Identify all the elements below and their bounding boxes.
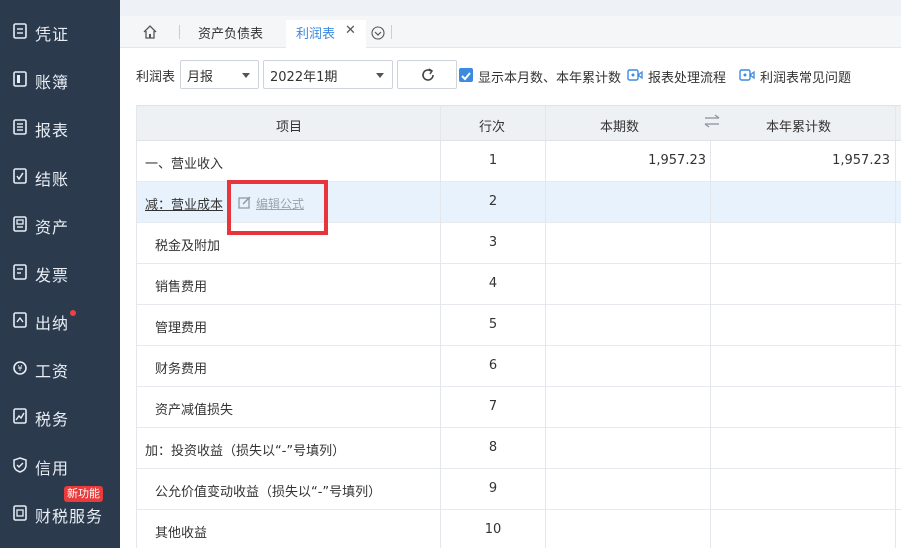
- asset-icon: [13, 216, 27, 232]
- header-item: 项目: [276, 120, 303, 135]
- period-type-select[interactable]: 月报: [180, 60, 259, 89]
- sidebar-item-credit[interactable]: 信用: [0, 445, 120, 485]
- home-icon[interactable]: [142, 24, 158, 40]
- row-item-name: 财务费用: [155, 362, 208, 377]
- chevron-down-icon: [242, 73, 250, 78]
- invoice-icon: [13, 264, 27, 280]
- sidebar-item-label: 凭证: [35, 25, 70, 44]
- sidebar-item-label: 财税服务: [35, 507, 104, 526]
- sidebar-item-label: 报表: [35, 121, 70, 140]
- credit-icon: [13, 457, 27, 473]
- table-border: [440, 105, 441, 548]
- period-value: 2022年1期: [270, 70, 338, 85]
- table-border: [545, 105, 546, 548]
- row-line-number: 3: [488, 235, 498, 250]
- row-line-number: 1: [488, 153, 498, 168]
- new-feature-badge: 新功能: [64, 486, 103, 502]
- row-line-number: 6: [488, 358, 498, 373]
- table-border: [710, 141, 711, 548]
- sidebar-item-tax[interactable]: 税务: [0, 396, 120, 436]
- tab-income-statement-label[interactable]: 利润表: [296, 23, 335, 42]
- refresh-button[interactable]: [397, 60, 457, 89]
- period-select[interactable]: 2022年1期: [263, 60, 393, 89]
- period-type-value: 月报: [187, 70, 214, 85]
- sidebar-item-closing[interactable]: 结账: [0, 156, 120, 196]
- tab-balance-sheet[interactable]: 资产负债表: [198, 23, 263, 42]
- refresh-icon: [422, 68, 434, 81]
- header-current: 本期数: [600, 120, 640, 135]
- sidebar-item-label: 工资: [35, 362, 70, 381]
- sidebar-item-label: 结账: [35, 170, 70, 189]
- row-item-name: 销售费用: [155, 280, 208, 295]
- close-icon[interactable]: ✕: [345, 23, 356, 38]
- table-border: [895, 105, 896, 548]
- faq-link[interactable]: 利润表常见问题: [760, 67, 851, 86]
- salary-icon: ¥: [13, 361, 27, 375]
- sidebar-item-salary[interactable]: ¥ 工资: [0, 348, 120, 388]
- sidebar-item-label: 账簿: [35, 73, 70, 92]
- table-border: [136, 105, 137, 548]
- report-icon: [13, 119, 27, 135]
- row-line-number: 10: [484, 522, 502, 537]
- sidebar-item-voucher[interactable]: 凭证: [0, 11, 120, 51]
- header-ytd: 本年累计数: [766, 120, 832, 135]
- sidebar-item-ledger[interactable]: 账簿: [0, 59, 120, 99]
- row-item-name: 公允价值变动收益（损失以“-”号填列）: [155, 485, 382, 500]
- row-line-number: 9: [488, 481, 498, 496]
- row-line-number: 5: [488, 317, 498, 332]
- row-ytd-amount[interactable]: 1,957.23: [714, 153, 890, 168]
- tab-separator: [179, 25, 180, 39]
- sidebar-item-cashier[interactable]: 出纳: [0, 300, 120, 340]
- video-icon: [627, 69, 643, 81]
- tax-icon: [13, 408, 27, 424]
- closing-icon: [13, 168, 27, 184]
- video-icon: [739, 69, 755, 81]
- voucher-icon: [13, 23, 27, 39]
- tab-separator: [391, 25, 392, 39]
- ledger-icon: [13, 71, 27, 87]
- sidebar-item-invoice[interactable]: 发票: [0, 252, 120, 292]
- highlight-box: [227, 180, 328, 235]
- row-item-name: 其他收益: [155, 526, 208, 541]
- sidebar-item-label: 信用: [35, 459, 70, 478]
- chevron-down-icon: [376, 73, 384, 78]
- row-line-number: 2: [488, 194, 498, 209]
- service-icon: [13, 505, 27, 521]
- top-strip: [120, 0, 901, 16]
- sidebar-item-label: 出纳: [35, 314, 70, 333]
- row-item-name: 税金及附加: [155, 239, 221, 254]
- svg-text:¥: ¥: [17, 364, 22, 373]
- row-line-number: 7: [488, 399, 498, 414]
- swap-icon[interactable]: [703, 113, 721, 129]
- report-type-label: 利润表: [136, 70, 176, 85]
- row-item-name: 加：投资收益（损失以“-”号填列）: [145, 444, 346, 459]
- chevron-down-icon[interactable]: [371, 26, 385, 40]
- sidebar: 凭证 账簿 报表 结账 资产 发票 出纳 ¥ 工资 税务 信用 财税服务 新功能: [0, 0, 120, 548]
- show-month-ytd-checkbox[interactable]: [459, 68, 473, 82]
- row-line-number: 8: [488, 440, 498, 455]
- sidebar-item-asset[interactable]: 资产: [0, 204, 120, 244]
- sidebar-item-label: 发票: [35, 266, 70, 285]
- row-item-name: 管理费用: [155, 321, 208, 336]
- sidebar-item-label: 资产: [35, 218, 70, 237]
- check-icon: [461, 72, 471, 81]
- notification-dot: [70, 310, 76, 316]
- report-process-link[interactable]: 报表处理流程: [648, 67, 726, 86]
- row-item-name[interactable]: 减：营业成本: [145, 194, 231, 213]
- sidebar-item-label: 税务: [35, 410, 70, 429]
- row-item-name: 资产减值损失: [155, 403, 234, 418]
- cashier-icon: [13, 312, 27, 328]
- row-line-number: 4: [488, 276, 498, 291]
- row-current-amount[interactable]: 1,957.23: [549, 153, 706, 168]
- header-line: 行次: [479, 120, 506, 135]
- sidebar-item-report[interactable]: 报表: [0, 107, 120, 147]
- row-item-name: 一、营业收入: [145, 157, 224, 172]
- show-month-ytd-label[interactable]: 显示本月数、本年累计数: [478, 67, 621, 86]
